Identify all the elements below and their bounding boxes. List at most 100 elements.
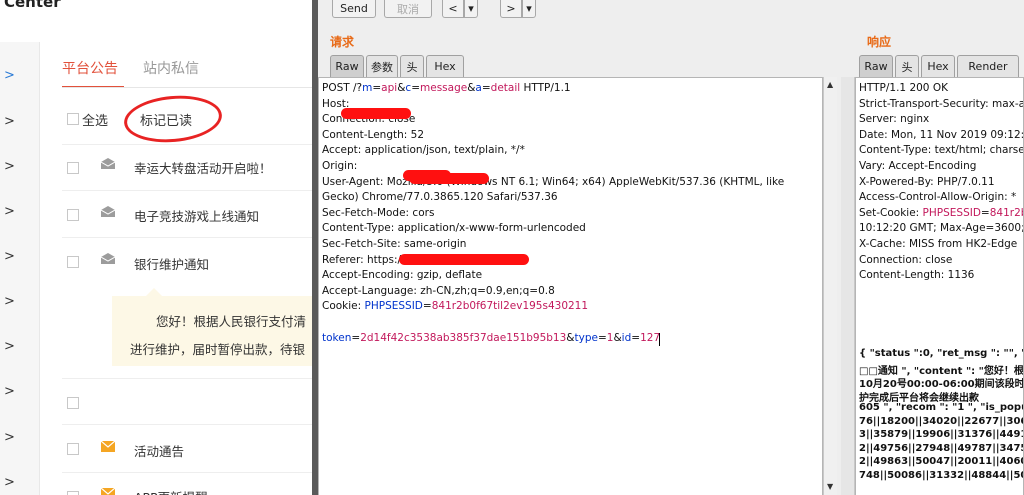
tab-raw[interactable]: Raw bbox=[859, 55, 893, 77]
tab-platform-announcements[interactable]: 平台公告 bbox=[62, 58, 118, 78]
back-history-dropdown[interactable]: ▾ bbox=[464, 0, 478, 18]
message-title[interactable]: 幸运大转盘活动开启啦！ bbox=[134, 158, 272, 177]
chevron-right-icon[interactable]: > bbox=[4, 384, 15, 399]
envelope-open-icon bbox=[101, 206, 115, 217]
tab-raw[interactable]: Raw bbox=[330, 55, 364, 77]
chevron-right-icon[interactable]: > bbox=[4, 68, 15, 83]
notice-text-line: 进行维护，届时暂停出款，待银 bbox=[130, 342, 306, 357]
line-token: = bbox=[372, 82, 382, 94]
forward-button[interactable]: > bbox=[500, 0, 522, 18]
line-token: & bbox=[613, 331, 622, 344]
row-divider bbox=[62, 237, 312, 238]
line-token: X-Cache: MISS from HK2-Edge bbox=[859, 238, 1018, 250]
line-token: m bbox=[362, 82, 373, 94]
line-token: = bbox=[422, 300, 432, 313]
line-token: Accept-Encoding: gzip, deflate bbox=[322, 269, 483, 282]
tab-private-messages[interactable]: 站内私信 bbox=[143, 58, 199, 78]
line-token: Content-Type: application/x-www-form-url… bbox=[322, 222, 586, 235]
editor-line: Cookie: PHPSESSID=841r2b0f67til2ev195s43… bbox=[322, 300, 588, 312]
line-token: 10:12:20 GMT; Max-Age=3600; bbox=[859, 222, 1024, 235]
tab-params[interactable]: 参数 bbox=[366, 55, 398, 77]
back-button[interactable]: < bbox=[442, 0, 464, 18]
request-editor[interactable]: POST /?m=api&c=message&a=detail HTTP/1.1… bbox=[318, 77, 823, 495]
editor-line: HTTP/1.1 200 OK bbox=[859, 82, 948, 94]
line-token: Access-Control-Allow-Origin: * bbox=[859, 191, 1017, 204]
editor-line: token=2d14f42c3538ab385f37dae151b95b13&t… bbox=[322, 332, 660, 344]
line-token: 841r2b bbox=[989, 206, 1024, 219]
forward-history-dropdown[interactable]: ▾ bbox=[522, 0, 536, 18]
line-token: Accept: application/json, text/plain, */… bbox=[322, 144, 525, 157]
tab-render[interactable]: Render bbox=[957, 55, 1019, 77]
send-button[interactable]: Send bbox=[332, 0, 376, 18]
editor-line: Connection: close bbox=[859, 254, 952, 266]
message-title[interactable]: APP更新提醒 bbox=[134, 487, 208, 495]
editor-line: Set-Cookie: PHPSESSID=841r2b bbox=[859, 206, 1024, 219]
line-token: = bbox=[411, 82, 420, 94]
cancel-button[interactable]: 取消 bbox=[384, 0, 432, 18]
editor-line: Content-Length: 52 bbox=[322, 129, 424, 141]
scroll-down-icon[interactable]: ▼ bbox=[827, 482, 833, 491]
select-all-checkbox[interactable] bbox=[67, 113, 79, 125]
editor-line: Accept: application/json, text/plain, */… bbox=[322, 144, 525, 156]
line-token: Content-Length: 1136 bbox=[859, 269, 975, 282]
chevron-right-icon[interactable]: > bbox=[4, 430, 15, 445]
message-title[interactable]: 活动通告 bbox=[134, 441, 184, 460]
response-body-line: 2||49863||50047||20011||4060 bbox=[859, 456, 1024, 467]
message-checkbox[interactable] bbox=[67, 491, 79, 495]
message-checkbox[interactable] bbox=[67, 256, 79, 268]
editor-line: Content-Length: 1136 bbox=[859, 269, 974, 281]
tab-headers[interactable]: 头 bbox=[895, 55, 919, 77]
tab-headers[interactable]: 头 bbox=[400, 55, 424, 77]
notice-text-line: 您好！根据人民银行支付清 bbox=[156, 314, 307, 329]
request-label: 请求 bbox=[330, 35, 355, 49]
response-body-line: { "status ":0, "ret_msg ": "", "list ": bbox=[859, 348, 1023, 359]
line-token: = bbox=[481, 82, 491, 94]
row-divider bbox=[62, 424, 312, 425]
chevron-right-icon[interactable]: > bbox=[4, 294, 15, 309]
scroll-up-icon[interactable]: ▲ bbox=[827, 80, 833, 89]
chevron-right-icon[interactable]: > bbox=[4, 475, 15, 490]
message-checkbox[interactable] bbox=[67, 443, 79, 455]
message-checkbox[interactable] bbox=[67, 162, 79, 174]
tab-hex[interactable]: Hex bbox=[921, 55, 955, 77]
editor-line: Sec-Fetch-Site: same-origin bbox=[322, 238, 466, 250]
editor-line: 10:12:20 GMT; Max-Age=3600; bbox=[859, 222, 1024, 235]
row-divider bbox=[62, 378, 312, 379]
line-token: = bbox=[631, 331, 641, 344]
message-center-page: Center > > > > > > > > > > 平台公告 站内私信 全选 … bbox=[0, 0, 312, 495]
editor-line: Content-Type: application/x-www-form-url… bbox=[322, 222, 586, 234]
line-token: 841r2b0f67til2ev195s430211 bbox=[431, 300, 589, 313]
line-token: Origin: bbox=[322, 160, 358, 172]
response-editor[interactable]: HTTP/1.1 200 OK Strict-Transport-Security… bbox=[855, 77, 1024, 495]
line-token: token bbox=[322, 331, 352, 344]
response-body-line: 3||35879||19906||31376||4491 bbox=[859, 429, 1024, 440]
line-token: message bbox=[420, 82, 468, 94]
tab-hex[interactable]: Hex bbox=[426, 55, 464, 77]
envelope-open-icon bbox=[101, 158, 115, 169]
editor-line: Gecko) Chrome/77.0.3865.120 Safari/537.3… bbox=[322, 191, 558, 203]
redaction-mark bbox=[341, 108, 411, 119]
line-token: User-Agent: Mozilla/5.0 (Windows NT 6.1;… bbox=[322, 175, 785, 188]
chevron-right-icon[interactable]: > bbox=[4, 249, 15, 264]
line-token: Content-Type: text/html; charset bbox=[859, 144, 1024, 157]
line-token: = bbox=[351, 331, 361, 344]
response-body-line: 605 ", "recom ": "1 ", "is_popup ": bbox=[859, 402, 1023, 413]
tabs-divider bbox=[62, 87, 312, 88]
message-checkbox[interactable] bbox=[67, 397, 79, 409]
envelope-icon bbox=[101, 488, 115, 495]
chevron-right-icon[interactable]: > bbox=[4, 204, 15, 219]
select-all-label[interactable]: 全选 bbox=[82, 110, 108, 129]
chevron-right-icon[interactable]: > bbox=[4, 114, 15, 129]
chevron-right-icon[interactable]: > bbox=[4, 339, 15, 354]
line-token: 127 bbox=[640, 331, 661, 344]
line-token: Set-Cookie: bbox=[859, 206, 923, 219]
request-scrollbar[interactable]: ▲ ▼ bbox=[823, 77, 837, 495]
row-divider bbox=[62, 144, 312, 145]
message-title[interactable]: 银行维护通知 bbox=[134, 254, 209, 273]
message-title[interactable]: 电子竞技游戏上线通知 bbox=[134, 206, 259, 225]
message-checkbox[interactable] bbox=[67, 209, 79, 221]
repeater-panel: Send 取消 < ▾ > ▾ 请求 Raw 参数 头 Hex POST /?m… bbox=[318, 0, 1024, 495]
line-token: = bbox=[980, 206, 990, 219]
chevron-right-icon[interactable]: > bbox=[4, 159, 15, 174]
line-token: Strict-Transport-Security: max-a bbox=[859, 97, 1024, 110]
